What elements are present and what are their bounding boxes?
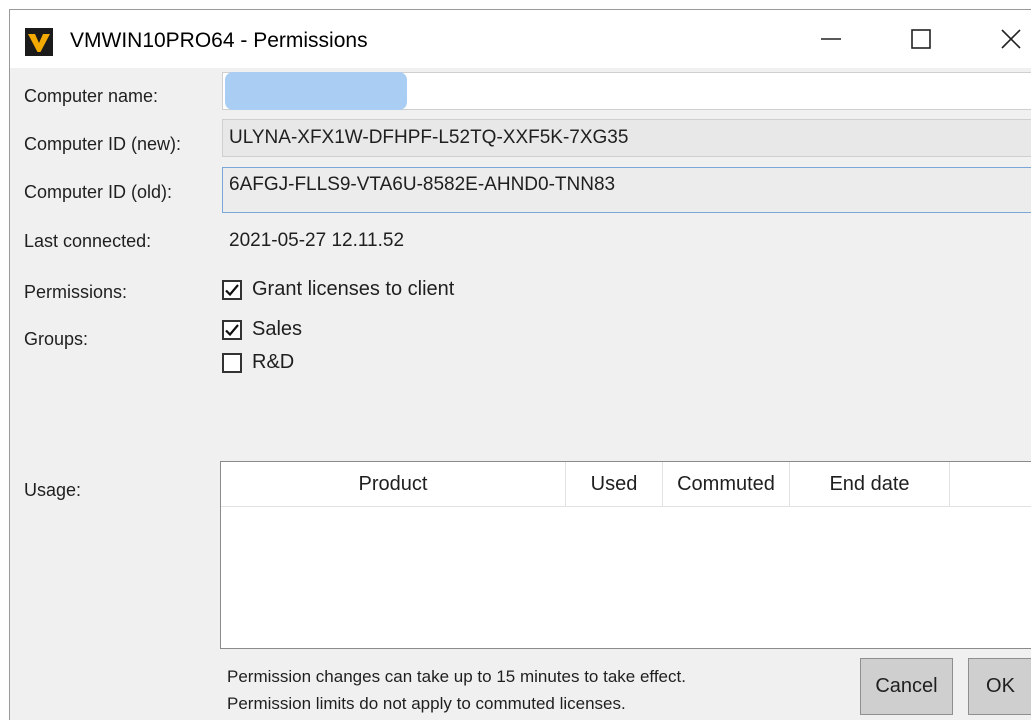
usage-table-header: Product Used Commuted End date bbox=[221, 462, 1031, 507]
computer-id-old-field[interactable]: 6AFGJ-FLLS9-VTA6U-8582E-AHND0-TNN83 bbox=[222, 167, 1031, 213]
last-connected-value: 2021-05-27 12.11.52 bbox=[229, 230, 405, 251]
title-bar[interactable]: VMWIN10PRO64 - Permissions bbox=[10, 10, 1031, 68]
group-rd-label: R&D bbox=[252, 351, 295, 373]
column-header-used[interactable]: Used bbox=[566, 462, 663, 506]
maximize-icon bbox=[911, 29, 931, 49]
usage-label: Usage: bbox=[24, 480, 82, 500]
column-header-commuted[interactable]: Commuted bbox=[663, 462, 790, 506]
group-rd-checkbox[interactable] bbox=[222, 352, 242, 373]
cancel-button[interactable]: Cancel bbox=[860, 658, 953, 715]
maximize-button[interactable] bbox=[876, 10, 966, 68]
column-header-end-date[interactable]: End date bbox=[790, 462, 950, 506]
group-sales-row[interactable]: Sales bbox=[222, 318, 302, 341]
last-connected-label: Last connected: bbox=[24, 231, 152, 251]
close-button[interactable] bbox=[966, 10, 1031, 68]
usage-table[interactable]: Product Used Commuted End date bbox=[220, 461, 1031, 649]
checkmark-icon bbox=[225, 323, 239, 336]
minimize-button[interactable] bbox=[786, 10, 876, 68]
minimize-icon bbox=[821, 38, 841, 40]
computer-name-label: Computer name: bbox=[24, 86, 159, 106]
note-propagation: Permission changes can take up to 15 min… bbox=[227, 667, 686, 686]
grant-licenses-checkbox-row[interactable]: Grant licenses to client bbox=[222, 278, 454, 301]
permissions-label: Permissions: bbox=[24, 282, 128, 302]
checkmark-icon bbox=[225, 283, 239, 296]
column-header-product[interactable]: Product bbox=[221, 462, 566, 506]
group-sales-label: Sales bbox=[252, 318, 303, 340]
computer-id-new-label: Computer ID (new): bbox=[24, 134, 182, 154]
group-sales-checkbox[interactable] bbox=[222, 319, 242, 340]
grant-licenses-checkbox[interactable] bbox=[222, 279, 242, 300]
window-title: VMWIN10PRO64 - Permissions bbox=[70, 29, 368, 52]
grant-licenses-label: Grant licenses to client bbox=[252, 278, 455, 300]
permissions-dialog: VMWIN10PRO64 - Permissions Computer name… bbox=[9, 9, 1031, 720]
group-rd-row[interactable]: R&D bbox=[222, 351, 294, 374]
groups-label: Groups: bbox=[24, 329, 89, 349]
computer-id-old-label: Computer ID (old): bbox=[24, 182, 173, 202]
close-icon bbox=[1001, 29, 1021, 49]
app-logo-icon bbox=[25, 28, 53, 56]
computer-id-new-field[interactable]: ULYNA-XFX1W-DFHPF-L52TQ-XXF5K-7XG35 bbox=[222, 119, 1031, 157]
redacted-computer-name bbox=[225, 72, 407, 110]
note-commuted: Permission limits do not apply to commut… bbox=[227, 694, 626, 713]
ok-button[interactable]: OK bbox=[968, 658, 1031, 715]
